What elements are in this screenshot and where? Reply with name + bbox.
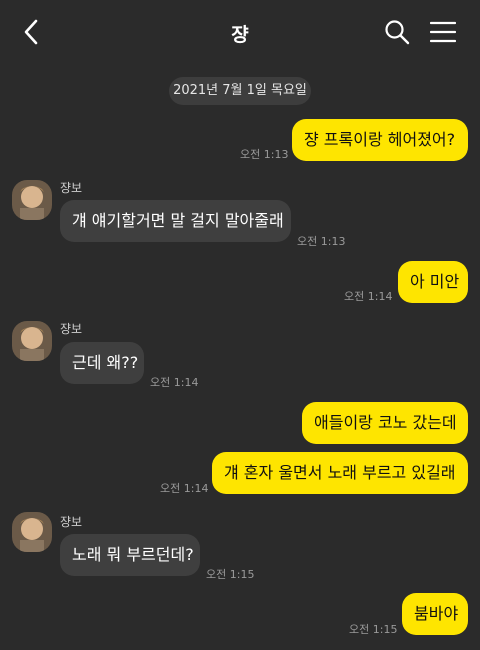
message-time: 오전 1:15 [349, 623, 398, 636]
my-message-bubble[interactable]: 붐바야 [402, 593, 468, 635]
hamburger-menu-icon [429, 21, 457, 43]
chat-header: 쟝 [0, 0, 480, 64]
message-time: 오전 1:13 [297, 235, 346, 248]
message-time: 오전 1:14 [344, 290, 393, 303]
their-message-bubble[interactable]: 노래 뭐 부르던데? [60, 534, 200, 576]
menu-button[interactable] [429, 20, 457, 44]
avatar[interactable] [12, 512, 52, 552]
message-time: 오전 1:14 [150, 376, 199, 389]
sender-name: 쟝보 [60, 322, 83, 336]
my-message-bubble[interactable]: 애들이랑 코노 갔는데 [302, 402, 468, 444]
sender-name: 쟝보 [60, 181, 83, 195]
avatar[interactable] [12, 180, 52, 220]
message-time: 오전 1:14 [160, 482, 209, 495]
message-time: 오전 1:13 [240, 148, 289, 161]
my-message-bubble[interactable]: 걔 혼자 울면서 노래 부르고 있길래 [212, 452, 468, 494]
their-message-bubble[interactable]: 근데 왜?? [60, 342, 144, 384]
date-divider: 2021년 7월 1일 목요일 [169, 77, 311, 105]
my-message-bubble[interactable]: 쟝 프록이랑 헤어졌어? [292, 119, 468, 161]
my-message-bubble[interactable]: 아 미안 [398, 261, 468, 303]
their-message-bubble[interactable]: 걔 얘기할거면 말 걸지 말아줄래 [60, 200, 291, 242]
sender-name: 쟝보 [60, 515, 83, 529]
avatar[interactable] [12, 321, 52, 361]
search-icon [385, 20, 410, 45]
search-button[interactable] [384, 19, 410, 45]
message-time: 오전 1:15 [206, 568, 255, 581]
